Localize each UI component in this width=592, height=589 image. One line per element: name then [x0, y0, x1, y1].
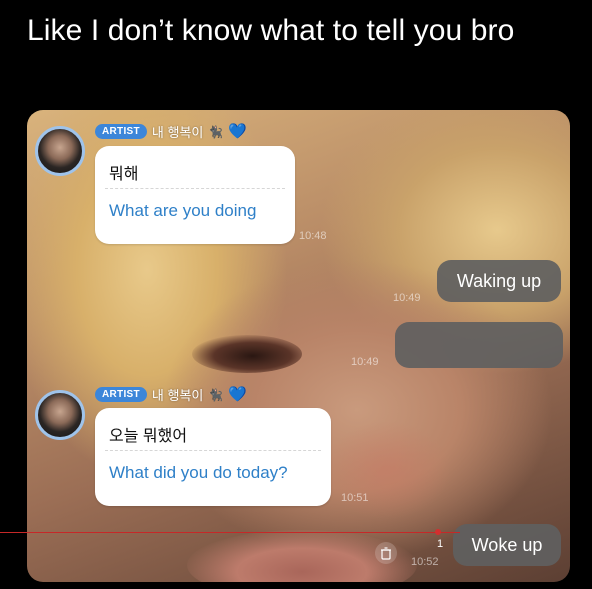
message-korean-text: 오늘 뭐했어: [109, 428, 188, 445]
message-time: 10:51: [341, 492, 369, 504]
outgoing-message[interactable]: Waking up: [437, 260, 561, 302]
trash-icon[interactable]: [375, 542, 397, 564]
progress-handle[interactable]: [435, 529, 441, 535]
tweet-caption: Like I don’t know what to tell you bro: [27, 14, 515, 47]
artist-name: 내 행복이: [151, 125, 204, 140]
incoming-message[interactable]: 오늘 뭐했어 What did you do today?: [95, 408, 331, 506]
message-time: 10:52: [411, 556, 439, 568]
artist-header: ARTIST 내 행복이 🐈‍⬛ 💙: [95, 122, 247, 141]
outgoing-message-hidden[interactable]: [395, 322, 563, 368]
unread-count: 1: [437, 538, 444, 550]
black-cat-icon: 🐈‍⬛: [208, 124, 224, 139]
blue-heart-icon: 💙: [228, 123, 248, 140]
blue-heart-icon: 💙: [228, 386, 248, 403]
artist-avatar[interactable]: [35, 390, 85, 440]
artist-name: 내 행복이: [151, 388, 204, 403]
message-translation-text: What are you doing: [109, 201, 257, 220]
message-korean-text: 뭐해: [109, 166, 139, 183]
black-cat-icon: 🐈‍⬛: [208, 387, 224, 402]
outgoing-message-text: Waking up: [456, 271, 542, 291]
artist-badge: ARTIST: [95, 387, 147, 402]
trash-icon-glyph: [381, 546, 391, 560]
outgoing-message-text: Woke up: [471, 535, 543, 555]
message-translation-text: What did you do today?: [109, 463, 288, 482]
progress-line: [0, 532, 460, 533]
background-face-eye: [192, 335, 302, 373]
artist-badge: ARTIST: [95, 124, 147, 139]
incoming-message[interactable]: 뭐해 What are you doing: [95, 146, 295, 244]
artist-header: ARTIST 내 행복이 🐈‍⬛ 💙: [95, 385, 247, 404]
chat-screenshot: ARTIST 내 행복이 🐈‍⬛ 💙 뭐해 What are you doing…: [27, 110, 570, 582]
outgoing-message[interactable]: Woke up: [453, 524, 561, 566]
message-time: 10:49: [393, 292, 421, 304]
message-time: 10:49: [351, 356, 379, 368]
artist-avatar[interactable]: [35, 126, 85, 176]
message-time: 10:48: [299, 230, 327, 242]
